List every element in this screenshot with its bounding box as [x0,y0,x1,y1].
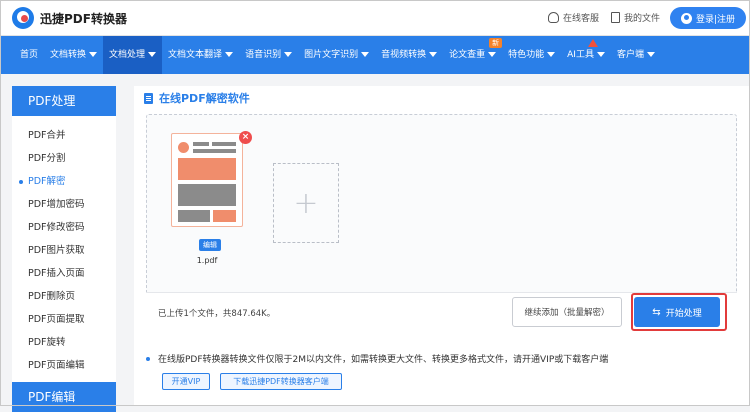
nav-label: 客户端 [616,50,644,60]
edit-file-button[interactable]: 编辑 [199,239,221,251]
online-service-link[interactable]: 在线客服 [548,11,599,24]
sidebar-item-pdf-merge[interactable]: PDF合并 [12,124,116,147]
chevron-down-icon [284,52,293,57]
upload-count-text: 已上传1个文件，共847.64K。 [158,309,276,319]
nav-label: 文档处理 [109,50,146,60]
sidebar: PDF处理 PDF合并 PDF分割 PDF解密 PDF增加密码 PDF修改密码 … [12,86,116,412]
sidebar-title-pdf-edit[interactable]: PDF编辑 [12,382,116,412]
logo[interactable]: 迅捷PDF转换器 [12,7,127,29]
sidebar-item-pdf-change-password[interactable]: PDF修改密码 [12,216,116,239]
open-vip-button[interactable]: 开通VIP [162,373,210,390]
sidebar-item-pdf-page-edit[interactable]: PDF页面编辑 [12,354,116,377]
page-title-text: 在线PDF解密软件 [159,92,250,105]
sidebar-title: PDF处理 [12,86,116,116]
nav-label: AI工具 [567,50,594,60]
notice: 在线版PDF转换器转换文件仅限于2M以内文件，如需转换更大文件、转换更多格式文件… [146,352,608,365]
chevron-down-icon [596,52,605,57]
nav-label: 文档转换 [50,50,87,60]
login-label: 登录|注册 [695,14,736,25]
sidebar-list: PDF合并 PDF分割 PDF解密 PDF增加密码 PDF修改密码 PDF图片获… [12,116,116,377]
logo-text: 迅捷PDF转换器 [40,11,127,26]
chevron-down-icon [225,52,234,57]
sidebar-item-pdf-extract-pages[interactable]: PDF页面提取 [12,308,116,331]
nav-paper-check[interactable]: 论文查重新 [443,36,503,74]
nav-label: 首页 [20,50,39,60]
bullet-dot [146,356,150,361]
nav-ai-tools[interactable]: AI工具 [561,36,611,74]
nav-client[interactable]: 客户端 [611,36,661,74]
chevron-down-icon [547,52,556,57]
nav-av-convert[interactable]: 音视频转换 [375,36,443,74]
nav-label: 语音识别 [245,50,282,60]
user-icon [680,12,692,24]
chevron-down-icon [488,52,497,57]
document-icon [144,92,153,104]
online-service-label: 在线客服 [563,14,600,24]
chevron-down-icon [646,52,655,57]
sidebar-item-pdf-insert-page[interactable]: PDF插入页面 [12,262,116,285]
sidebar-item-pdf-delete-page[interactable]: PDF删除页 [12,285,116,308]
sidebar-item-pdf-extract-images[interactable]: PDF图片获取 [12,239,116,262]
my-files-link[interactable]: 我的文件 [611,11,660,24]
main-panel: 在线PDF解密软件 × 编辑 1.pdf + 已上传1个文件，共847.64K。… [134,86,750,406]
sidebar-item-pdf-decrypt[interactable]: PDF解密 [12,170,116,193]
nav-speech-recognition[interactable]: 语音识别 [239,36,298,74]
nav-label: 图片文字识别 [304,50,359,60]
sidebar-item-pdf-add-password[interactable]: PDF增加密码 [12,193,116,216]
sidebar-item-pdf-rotate[interactable]: PDF旋转 [12,331,116,354]
page-title: 在线PDF解密软件 [144,90,250,106]
remove-file-icon[interactable]: × [239,131,252,144]
my-files-label: 我的文件 [624,14,661,24]
nav-doc-translate[interactable]: 文档文本翻译 [162,36,239,74]
continue-add-button[interactable]: 继续添加（批量解密） [512,297,622,327]
nav-doc-process[interactable]: 文档处理 [103,36,163,74]
headset-icon [548,12,559,23]
highlight-box [631,293,727,331]
add-file-button[interactable]: + [273,163,339,243]
sidebar-item-pdf-split[interactable]: PDF分割 [12,147,116,170]
nav-label: 论文查重 [449,50,486,60]
nav-label: 文档文本翻译 [168,50,223,60]
file-name: 1.pdf [196,256,218,265]
chevron-down-icon [429,52,438,57]
chevron-down-icon [148,52,157,57]
notice-text: 在线版PDF转换器转换文件仅限于2M以内文件，如需转换更大文件、转换更多格式文件… [158,355,609,365]
chevron-down-icon [361,52,370,57]
main-nav: 首页 文档转换 文档处理 文档文本翻译 语音识别 图片文字识别 音视频转换 论文… [0,36,750,74]
logo-icon [12,7,34,29]
fire-icon [588,39,599,47]
pdf-thumbnail[interactable] [171,133,243,227]
nav-home[interactable]: 首页 [14,36,44,74]
nav-featured[interactable]: 特色功能 [502,36,561,74]
document-icon [611,12,620,23]
new-badge: 新 [489,38,503,48]
nav-label: 音视频转换 [381,50,427,60]
nav-image-ocr[interactable]: 图片文字识别 [298,36,375,74]
chevron-down-icon [89,52,98,57]
nav-doc-convert[interactable]: 文档转换 [44,36,103,74]
download-client-button[interactable]: 下载迅捷PDF转换器客户端 [220,373,342,390]
login-register-button[interactable]: 登录|注册 [670,7,746,29]
nav-label: 特色功能 [508,50,545,60]
top-bar: 迅捷PDF转换器 在线客服 我的文件 登录|注册 [0,0,750,36]
